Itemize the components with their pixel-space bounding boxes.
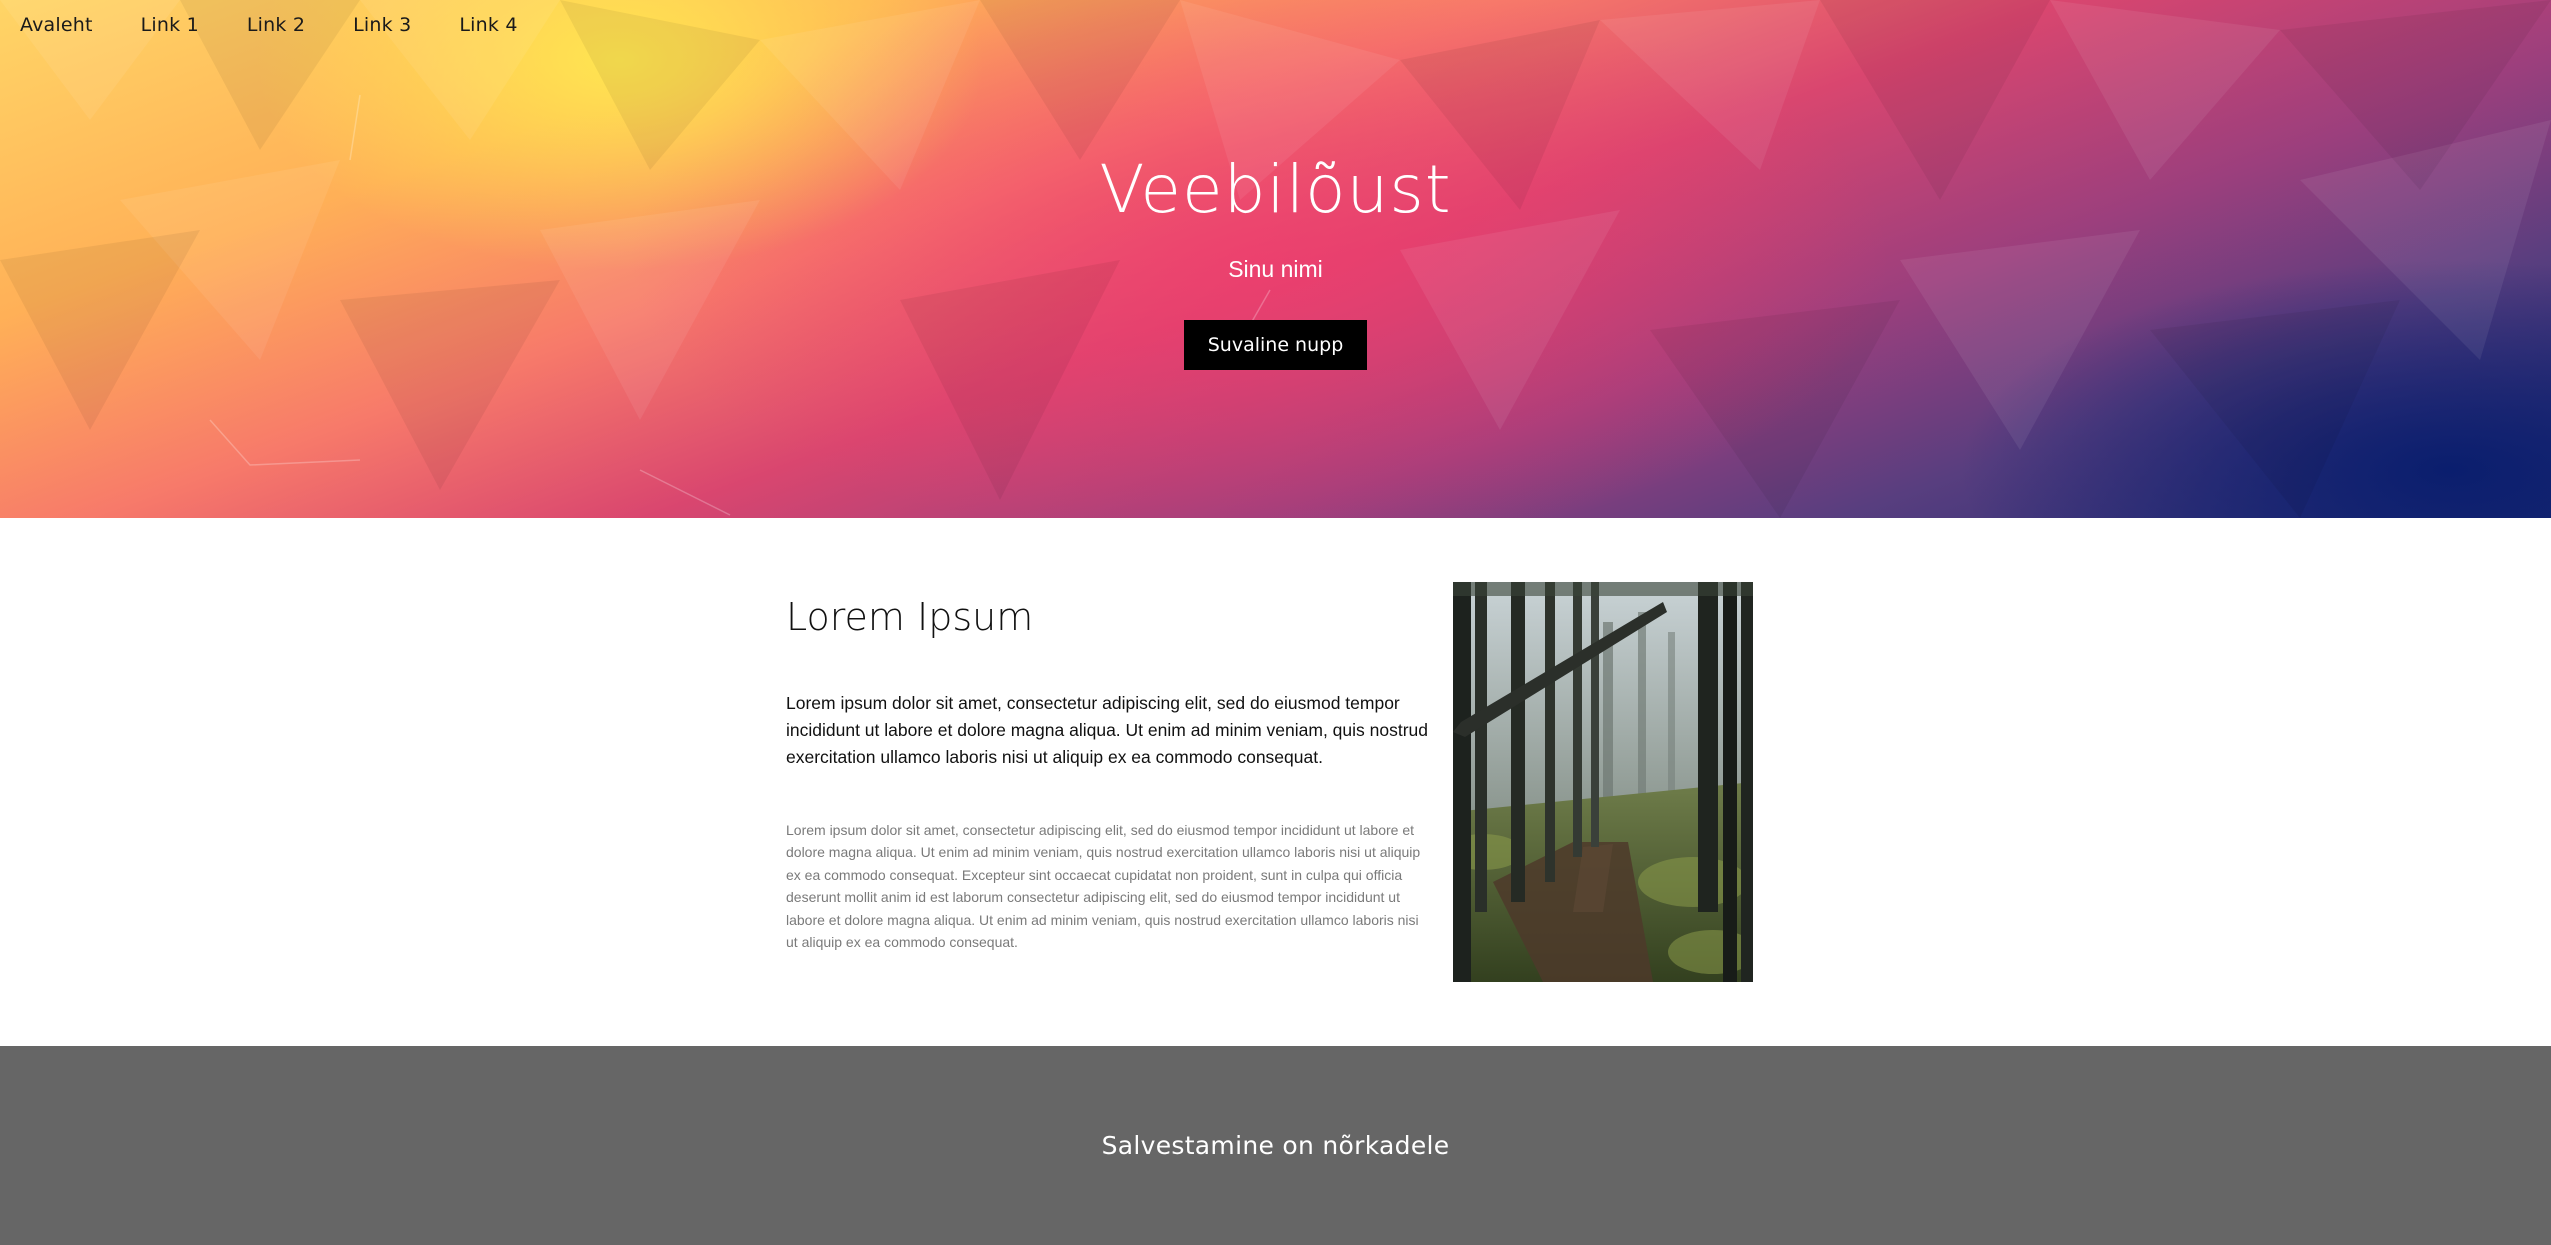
content-title: Lorem Ipsum bbox=[786, 595, 1034, 639]
hero-title: Veebilõust bbox=[1099, 151, 1452, 228]
footer: Salvestamine on nõrkadele bbox=[0, 1046, 2551, 1245]
body-paragraph: Lorem ipsum dolor sit amet, consectetur … bbox=[786, 822, 1421, 951]
nav-link-3[interactable]: Link 3 bbox=[353, 14, 411, 36]
nav-link-1[interactable]: Link 1 bbox=[141, 14, 199, 36]
footer-text: Salvestamine on nõrkadele bbox=[1101, 1131, 1450, 1160]
hero-subtitle: Sinu nimi bbox=[1228, 256, 1323, 282]
top-navigation: Avaleht Link 1 Link 2 Link 3 Link 4 bbox=[0, 0, 566, 50]
content-section: Lorem Ipsum Lorem ipsum dolor sit amet, … bbox=[0, 518, 2551, 1046]
hero-content: Veebilõust Sinu nimi Suvaline nupp bbox=[0, 150, 2551, 370]
lead-paragraph: Lorem ipsum dolor sit amet, consectetur … bbox=[786, 693, 1429, 767]
nav-link-2[interactable]: Link 2 bbox=[247, 14, 305, 36]
hero-action-button[interactable]: Suvaline nupp bbox=[1183, 320, 1368, 370]
content-text-column: Lorem Ipsum Lorem ipsum dolor sit amet, … bbox=[786, 594, 1432, 953]
forest-path-image bbox=[1453, 582, 1753, 982]
nav-link-home[interactable]: Avaleht bbox=[20, 14, 93, 36]
hero-section: Avaleht Link 1 Link 2 Link 3 Link 4 Veeb… bbox=[0, 0, 2551, 518]
nav-link-4[interactable]: Link 4 bbox=[459, 14, 517, 36]
